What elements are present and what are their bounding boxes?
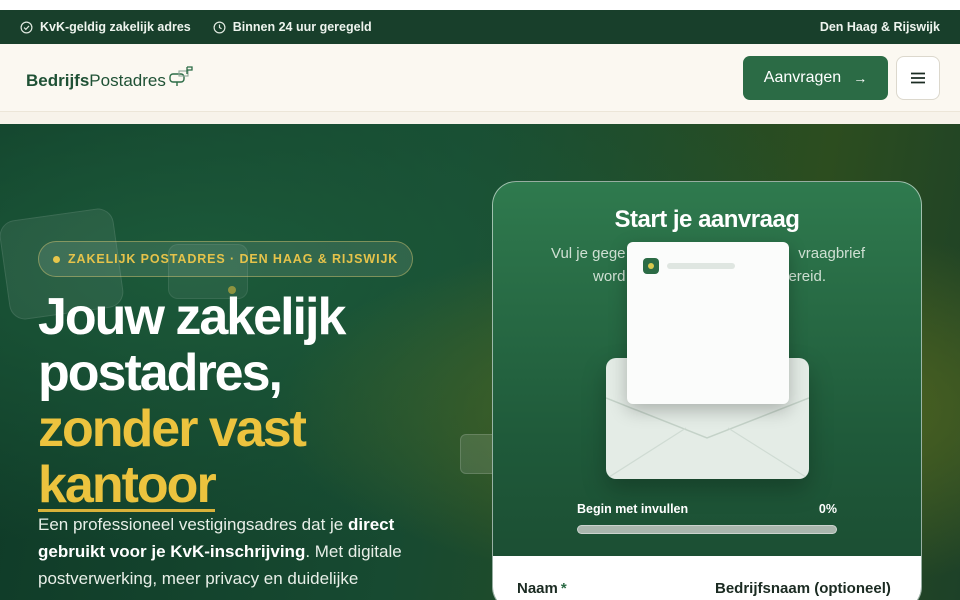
topbar-location: Den Haag & Rijswijk (819, 20, 940, 34)
company-field-label: Bedrijfsnaam (optioneel) (715, 580, 891, 597)
card-subtitle-fragment: Vul je gege (551, 245, 626, 262)
hero-description: Een professioneel vestigingsadres dat je… (38, 511, 458, 592)
headline-line-accent-underlined: kantoor (38, 456, 217, 514)
hero-section: ZAKELIJK POSTADRES · DEN HAAG & RIJSWIJK… (0, 124, 960, 600)
mailbox-icon (169, 65, 193, 86)
hamburger-icon (911, 72, 925, 83)
arrow-right-icon: → (853, 69, 868, 86)
topbar-item-kvk: KvK-geldig zakelijk adres (20, 20, 191, 34)
topbar-kvk-text: KvK-geldig zakelijk adres (40, 20, 191, 34)
hero-badge-text: ZAKELIJK POSTADRES · DEN HAAG & RIJSWIJK (68, 252, 399, 266)
card-title: Start je aanvraag (614, 206, 800, 233)
progress-bar (577, 525, 837, 534)
logo[interactable]: Bedrijfs Postadres (26, 65, 194, 91)
hero-headline: Jouw zakelijk postadres, zonder vast kan… (38, 289, 458, 513)
application-form: Naam * Bedrijfsnaam (optioneel) (493, 556, 921, 600)
topbar-item-speed: Binnen 24 uur geregeld (213, 20, 372, 34)
letter-text-line (667, 263, 735, 269)
headline-line: postadres, (38, 344, 283, 402)
name-field-label: Naam * (517, 580, 567, 597)
hero-badge: ZAKELIJK POSTADRES · DEN HAAG & RIJSWIJK (38, 241, 414, 277)
menu-button[interactable] (896, 55, 940, 100)
letter-logo-icon (643, 258, 659, 274)
card-subtitle-fragment: word (593, 268, 626, 285)
aanvragen-button[interactable]: Aanvragen → (743, 55, 888, 100)
top-info-bar: KvK-geldig zakelijk adres Binnen 24 uur … (0, 10, 960, 44)
header-divider (0, 112, 960, 124)
logo-text-light: Postadres (89, 70, 166, 90)
card-subtitle-fragment: ereid. (788, 268, 826, 285)
required-marker: * (560, 580, 567, 597)
letter-illustration (627, 242, 789, 404)
progress-percent: 0% (818, 502, 837, 516)
logo-text-bold: Bedrijfs (26, 70, 90, 90)
card-subtitle-fragment: vraagbrief (798, 245, 865, 262)
badge-dot-icon (53, 255, 60, 263)
name-label-text: Naam (517, 580, 558, 597)
check-circle-icon (20, 21, 33, 33)
site-header: Bedrijfs Postadres Aanvragen → (0, 44, 960, 112)
clock-icon (213, 21, 226, 33)
topbar-speed-text: Binnen 24 uur geregeld (232, 20, 372, 34)
hero-description-part: Een professioneel vestigingsadres dat je (38, 515, 348, 534)
progress-label: Begin met invullen (577, 502, 689, 516)
aanvragen-label: Aanvragen (763, 68, 842, 86)
headline-line: Jouw zakelijk (38, 288, 346, 346)
headline-line-accent: zonder vast (38, 400, 307, 458)
application-card: Start je aanvraag Vul je gege vraagbrief… (492, 181, 922, 600)
